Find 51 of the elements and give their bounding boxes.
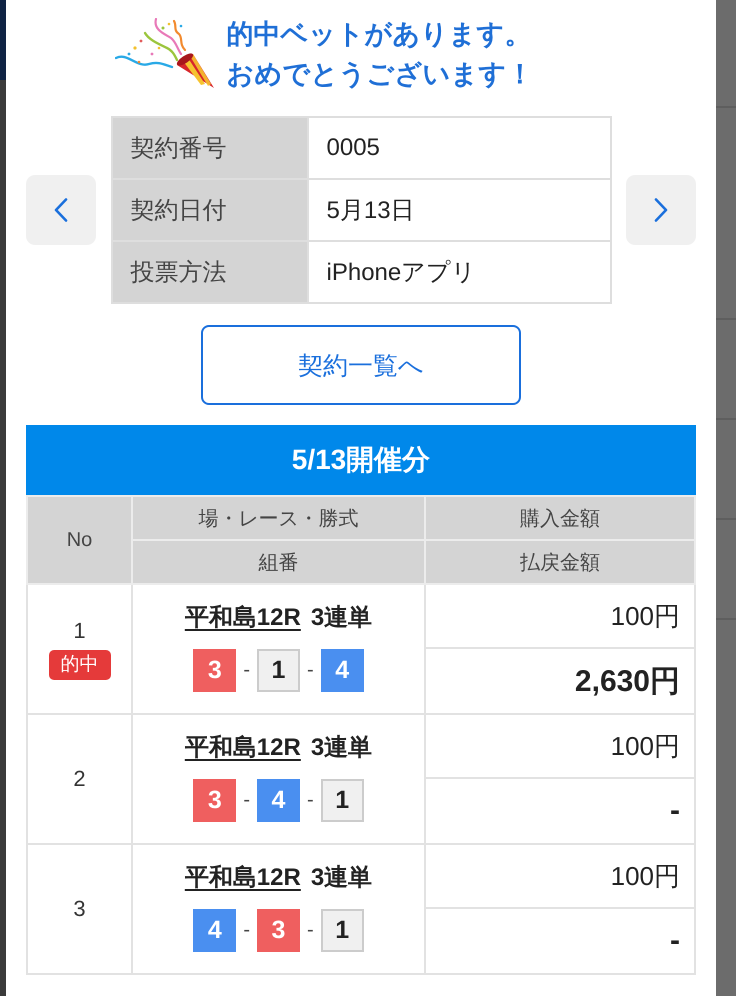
contract-field-label: 契約日付 [112,179,308,241]
section-header: 5/13開催分 [26,425,696,495]
separator-dash: - [307,919,314,942]
boat-number: 1 [320,779,364,822]
column-header: 払戻金額 [425,540,695,584]
bet-type-label: 3連単 [310,733,372,763]
boat-number: 1 [320,909,364,952]
payout-amount: - [425,908,695,974]
congratulations-text: おめでとうございます！ [226,58,534,91]
payout-amount: 2,630円 [425,648,695,714]
separator-dash: - [243,659,250,682]
contract-field-value: 0005 [308,117,610,179]
race-link[interactable]: 平和島12R [184,863,301,893]
purchase-amount: 100円 [425,584,695,648]
contract-list-button[interactable]: 契約一覧へ [201,325,521,405]
separator-dash: - [307,789,314,812]
separator-dash: - [243,919,250,942]
separator-dash: - [307,659,314,682]
party-popper-icon [114,18,214,90]
bet-type-label: 3連単 [310,863,372,893]
column-header: 組番 [132,540,425,584]
previous-button[interactable] [26,175,96,245]
boat-number: 4 [257,779,300,822]
payout-amount: - [425,778,695,844]
boat-number: 4 [320,649,364,692]
boat-number: 3 [193,779,236,822]
next-button[interactable] [626,175,696,245]
contract-field-value: 5月13日 [308,179,610,241]
separator-dash: - [243,789,250,812]
race-link[interactable]: 平和島12R [184,603,301,633]
row-number: 3 [73,896,86,922]
congratulations-text: 的中ベットがあります。 [226,18,532,51]
boat-number: 3 [193,649,236,692]
race-link[interactable]: 平和島12R [184,733,301,763]
bet-type-label: 3連単 [310,603,372,633]
purchase-amount: 100円 [425,714,695,778]
column-header: 場・レース・勝式 [132,496,425,540]
chevron-right-icon [654,198,668,222]
row-number: 2 [73,766,86,792]
contract-field-value: iPhoneアプリ [308,241,610,303]
contract-field-label: 投票方法 [112,241,308,303]
column-header: 購入金額 [425,496,695,540]
hit-badge: 的中 [48,650,110,680]
column-header: No [27,496,132,584]
chevron-left-icon [54,198,68,222]
boat-number: 3 [257,909,300,952]
boat-number: 1 [257,649,300,692]
contract-field-label: 契約番号 [112,117,308,179]
row-number: 1 [73,618,86,644]
purchase-amount: 100円 [425,844,695,908]
boat-number: 4 [193,909,236,952]
